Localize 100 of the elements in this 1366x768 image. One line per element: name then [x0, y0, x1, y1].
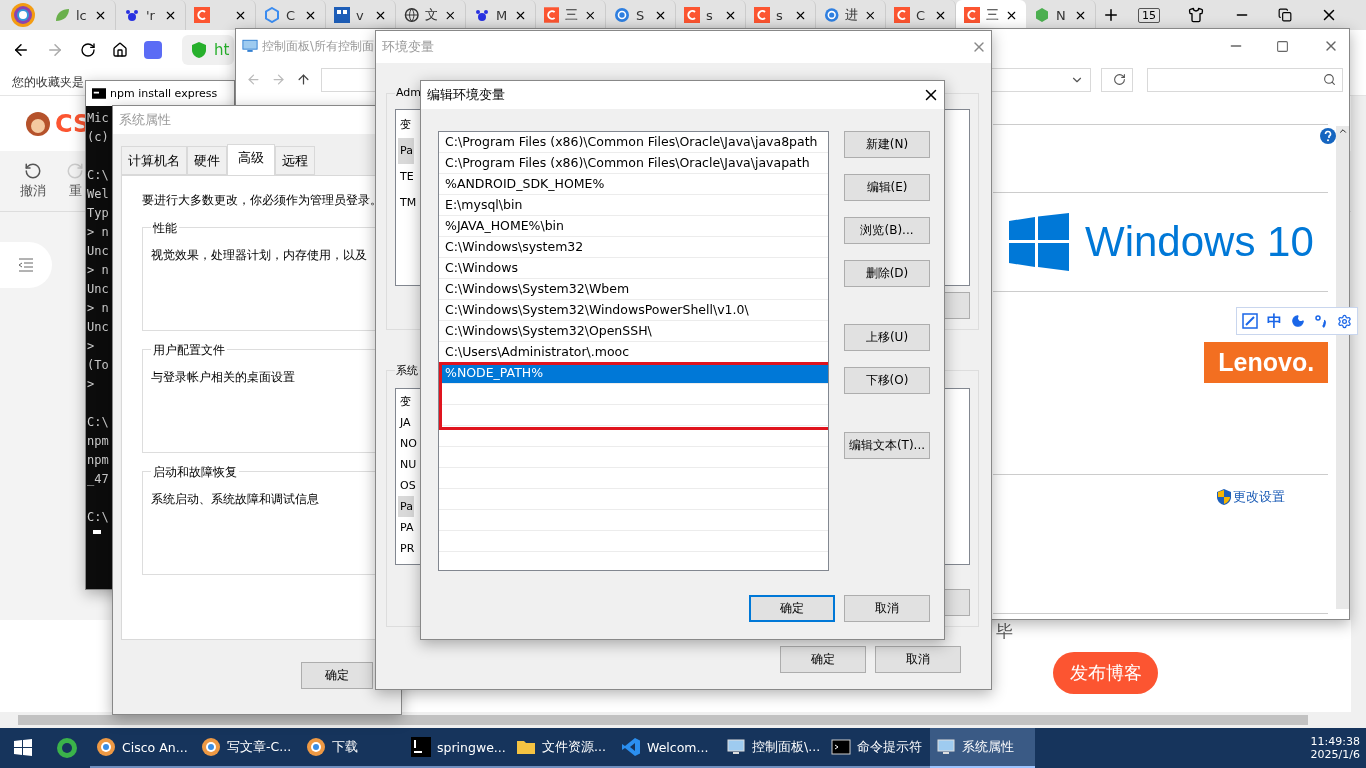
maximize-icon[interactable] [1276, 39, 1289, 53]
ok-button[interactable]: 确定 [780, 646, 866, 673]
c-logo-icon [754, 7, 770, 23]
toolbar-button[interactable]: 撤消 [20, 162, 46, 200]
path-entry[interactable]: %ANDROID_SDK_HOME% [439, 174, 828, 195]
edit-variable-dialog: 编辑环境变量 C:\Program Files (x86)\Common Files\Oracle\Java\java8path C:\Program Files (x86)\Common Files\Oracle\Java\javapath %ANDROID_SDK_HOME% E:\mysql\bin %JAVA_HOME%\bin C:\Windows\system32 C:\Windows C:\Windows\System32\Wbem C:\Windows\System32\WindowsPowerShell\v1.0\ C:\Windows\System32\OpenSSH\ C:\Users\Administrator\.mooc %NODE_PATH% 新建(N) 编辑(E) 浏览(B)... 删除(D) 上移(U) 下移(O) 编辑文本(T)... 确定 取消 [420, 80, 945, 640]
change-settings-link[interactable]: 更改设置 [1217, 488, 1285, 506]
list-row[interactable]: TM [398, 190, 418, 216]
path-entry[interactable]: E:\mysql\bin [439, 195, 828, 216]
path-entry[interactable]: C:\Windows\System32\WindowsPowerShell\v1.0\ [439, 300, 828, 321]
list-row[interactable]: TE [398, 164, 415, 190]
console-line: npm [87, 433, 109, 450]
shield-icon [192, 42, 206, 58]
list-row[interactable]: 变 [398, 112, 412, 138]
monkey-logo-icon [25, 110, 51, 137]
globe-icon [404, 7, 420, 23]
up-icon[interactable] [296, 72, 311, 87]
console-line: > n [87, 300, 109, 317]
home-icon[interactable] [112, 42, 128, 58]
cancel-button[interactable]: 取消 [844, 595, 930, 622]
taskbar-item[interactable]: 下载 [300, 728, 405, 768]
console-line: (c) [87, 129, 109, 146]
path-entry[interactable]: %JAVA_HOME%\bin [439, 216, 828, 237]
dialog-button[interactable]: 下移(O) [844, 367, 930, 394]
path-entry[interactable]: C:\Windows\System32\Wbem [439, 279, 828, 300]
toolbar-button[interactable]: 重 [66, 162, 84, 200]
ok-button[interactable]: 确定 [749, 595, 835, 622]
outline-toggle-button[interactable] [0, 242, 52, 288]
settings-icon[interactable] [1337, 313, 1353, 329]
dialog-button[interactable]: 编辑(E) [844, 174, 930, 201]
list-row[interactable]: JA [398, 412, 412, 433]
new-tab-icon[interactable] [1102, 6, 1120, 24]
console-line: npm [87, 452, 109, 469]
group-title: 用户配置文件 [151, 342, 227, 359]
input-mode-toggle[interactable]: 中 [1266, 311, 1282, 331]
moon-icon[interactable] [1290, 314, 1305, 328]
status-text: 毕 [996, 620, 1013, 642]
list-row[interactable]: PA [398, 517, 415, 538]
dialog-tab[interactable]: 硬件 [187, 146, 227, 175]
dialog-tab[interactable]: 高级 [227, 144, 275, 175]
c-logo-icon [894, 7, 910, 23]
restore-icon[interactable] [1278, 8, 1292, 22]
list-row[interactable]: PR [398, 538, 416, 559]
dialog-tab[interactable]: 远程 [275, 146, 315, 175]
c-logo-icon [194, 7, 210, 23]
scroll-up-icon[interactable] [1337, 126, 1348, 136]
brand-text: Windows 10 [1085, 218, 1314, 266]
group-title: 性能 [151, 220, 179, 237]
oem-logo: Lenovo. [1204, 342, 1329, 383]
taskbar-item[interactable]: 控制面板\... [720, 728, 825, 768]
help-icon[interactable] [1320, 128, 1337, 144]
taskbar-item[interactable]: Welcom... [615, 728, 720, 768]
scrollbar[interactable] [1336, 126, 1349, 609]
dialog-button[interactable]: 上移(U) [844, 324, 930, 351]
monitor-icon [242, 38, 258, 54]
cancel-button[interactable]: 取消 [875, 646, 961, 673]
tab-counter[interactable]: 15 [1138, 7, 1160, 23]
taskbar-item[interactable]: 写文章-C... [195, 728, 300, 768]
scrollbar[interactable] [1351, 96, 1366, 712]
code-editor-icon [621, 737, 641, 757]
dialog-button[interactable]: 删除(D) [844, 260, 930, 287]
browser-logo-icon [10, 2, 36, 28]
ring-icon [201, 737, 221, 757]
ok-button[interactable]: 确定 [301, 662, 373, 689]
dialog-button[interactable]: 新建(N) [844, 131, 930, 158]
windows-logo-icon [1009, 213, 1069, 271]
skin-icon[interactable] [1188, 7, 1204, 23]
taskbar-item[interactable]: Cisco An... [90, 728, 195, 768]
list-row[interactable]: Pa [398, 138, 414, 164]
punctuation-icon[interactable] [1314, 314, 1329, 328]
monitor-icon [936, 737, 956, 757]
pen-icon[interactable] [1241, 313, 1258, 329]
list-row[interactable]: NU [398, 454, 418, 475]
search-field[interactable] [1147, 67, 1343, 92]
path-entry[interactable]: C:\Windows\system32 [439, 237, 828, 258]
list-row[interactable]: Pa [398, 496, 414, 517]
list-row[interactable]: 变 [398, 391, 412, 412]
taskbar-item[interactable]: 文件资源... [510, 728, 615, 768]
taskbar-item[interactable]: 系统属性 [930, 728, 1035, 768]
back-icon[interactable] [12, 41, 30, 59]
c-logo-icon [964, 7, 980, 23]
dialog-tab[interactable]: 计算机名 [121, 146, 187, 175]
clock[interactable]: 11:49:38 2025/1/6 [1310, 735, 1360, 761]
list-row[interactable]: NO [398, 433, 418, 454]
path-entry[interactable]: C:\Users\Administrator\.mooc [439, 342, 828, 363]
dialog-button[interactable]: 编辑文本(T)... [844, 432, 930, 459]
path-entry[interactable]: C:\Program Files (x86)\Common Files\Oracle\Java\javapath [439, 153, 828, 174]
redo-icon [66, 162, 84, 180]
dialog-button[interactable]: 浏览(B)... [844, 217, 930, 244]
search-icon [1323, 73, 1336, 86]
path-entry[interactable]: C:\Program Files (x86)\Common Files\Oracle\Java\java8path [439, 132, 828, 153]
list-row[interactable]: OS [398, 475, 417, 496]
browser-tab[interactable]: 三 [956, 0, 1026, 30]
url-text: ht [214, 41, 230, 59]
path-entry[interactable]: C:\Windows\System32\OpenSSH\ [439, 321, 828, 342]
path-entry[interactable]: C:\Windows [439, 258, 828, 279]
taskbar-item[interactable]: springwe... [405, 728, 510, 768]
refresh-button[interactable] [1101, 67, 1133, 92]
reload-icon[interactable] [80, 42, 96, 58]
c-logo-icon [544, 7, 560, 23]
